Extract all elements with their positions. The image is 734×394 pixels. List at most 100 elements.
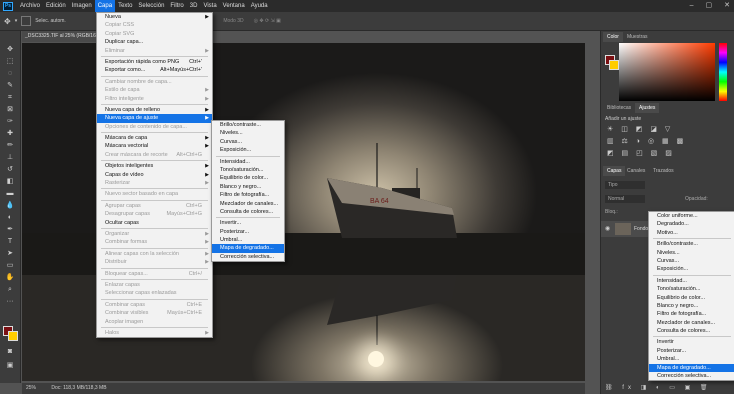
frame-icon[interactable]: ⊠ xyxy=(5,105,15,114)
adjustment-icons-row1[interactable]: ☀ ◫ ◩ ◪ ▽ xyxy=(607,125,673,133)
path-select-icon[interactable]: ➤ xyxy=(5,249,15,258)
menu-archivo[interactable]: Archivo xyxy=(17,0,43,12)
capa-menu-item[interactable]: Exportación rápida como PNG Ctrl+' xyxy=(97,58,212,66)
adjustment-popup-item[interactable]: Filtro de fotografía... xyxy=(649,310,734,318)
healing-icon[interactable]: ✚ xyxy=(5,129,15,138)
tab-adjustments[interactable]: Ajustes xyxy=(635,103,660,113)
zoom-icon[interactable]: ⌕ xyxy=(5,285,15,294)
brush-icon[interactable]: ✏ xyxy=(5,141,15,150)
move-tool-icon[interactable]: ✥ xyxy=(4,17,11,26)
close-icon[interactable]: ✕ xyxy=(724,0,730,12)
tab-color[interactable]: Color xyxy=(603,32,623,42)
eraser-icon[interactable]: ◧ xyxy=(5,177,15,186)
menu-filtro[interactable]: Filtro xyxy=(167,0,186,12)
adjustment-popup-item[interactable]: Niveles... xyxy=(649,249,734,257)
lasso-icon[interactable]: ◌ xyxy=(5,69,15,78)
type-icon[interactable]: T xyxy=(5,237,15,246)
adjustment-popup-item[interactable]: Posterizar... xyxy=(649,347,734,355)
move-icon[interactable]: ✥ xyxy=(5,45,15,54)
adjustment-submenu-item[interactable]: Exposición... xyxy=(212,146,284,154)
background-color-swatch[interactable] xyxy=(8,331,18,341)
capa-menu-item[interactable]: Objetos inteligentes ▶ xyxy=(97,162,212,170)
auto-select-checkbox[interactable] xyxy=(21,16,32,26)
maximize-icon[interactable]: ▢ xyxy=(706,0,713,12)
adjustment-submenu-item[interactable]: Invertir... xyxy=(212,219,284,227)
adjustment-popup-item[interactable]: Consulta de colores... xyxy=(649,327,734,335)
doc-size-info[interactable]: Doc: 118,3 MB/118,3 MB xyxy=(51,385,106,391)
adjustment-submenu-item[interactable]: Corrección selectiva... xyxy=(212,253,284,261)
capa-menu-item[interactable]: Máscara vectorial ▶ xyxy=(97,142,212,150)
adjustment-popup-item[interactable]: Corrección selectiva... xyxy=(649,372,734,380)
hand-icon[interactable]: ✋ xyxy=(5,273,15,282)
adjustment-popup-item[interactable]: Curvas... xyxy=(649,257,734,265)
adjustment-submenu-item[interactable]: Filtro de fotografía... xyxy=(212,191,284,199)
adjustment-popup-item[interactable]: Motivo... xyxy=(649,229,734,237)
zoom-level[interactable]: 25% xyxy=(26,385,36,391)
adjustment-popup-item[interactable]: Brillo/contraste... xyxy=(649,240,734,248)
3d-icons[interactable]: ◎ ✥ ⟳ ⇲ ▣ xyxy=(254,18,281,24)
adjustment-popup-item[interactable]: Mezclador de canales... xyxy=(649,319,734,327)
capa-menu-item[interactable]: Capas de vídeo ▶ xyxy=(97,171,212,179)
gradient-icon[interactable]: ▬ xyxy=(5,189,15,198)
capa-menu-item[interactable]: Duplicar capa... xyxy=(97,38,212,46)
adjustment-submenu-item[interactable]: Curvas... xyxy=(212,138,284,146)
blur-icon[interactable]: 💧 xyxy=(5,201,15,210)
screen-mode-icon[interactable]: ▣ xyxy=(5,361,15,370)
menu-texto[interactable]: Texto xyxy=(115,0,135,12)
menu-edicion[interactable]: Edición xyxy=(43,0,69,12)
capa-menu-item[interactable]: Nueva capa de ajuste ▶ xyxy=(97,114,212,123)
tool-preset-dropdown[interactable]: ▾ xyxy=(15,18,18,24)
history-brush-icon[interactable]: ↺ xyxy=(5,165,15,174)
capa-menu-item[interactable]: Ocultar capas xyxy=(97,219,212,227)
panel-background-swatch[interactable] xyxy=(609,60,619,70)
adjustment-submenu-item[interactable]: Mapa de degradado... xyxy=(212,244,284,253)
adjustment-submenu-item[interactable]: Tono/saturación... xyxy=(212,166,284,174)
adjustment-popup-item[interactable]: Degradado... xyxy=(649,220,734,228)
adjustment-popup-item[interactable]: Intensidad... xyxy=(649,277,734,285)
capa-menu-item[interactable]: Nueva ▶ xyxy=(97,13,212,21)
adjustment-submenu-item[interactable]: Consulta de colores... xyxy=(212,208,284,216)
crop-icon[interactable]: ⌗ xyxy=(5,93,15,102)
marquee-icon[interactable]: ⬚ xyxy=(5,57,15,66)
menu-ayuda[interactable]: Ayuda xyxy=(248,0,271,12)
adjustment-submenu-item[interactable]: Equilibrio de color... xyxy=(212,174,284,182)
capa-menu-item[interactable]: Nueva capa de relleno ▶ xyxy=(97,106,212,114)
hue-slider[interactable] xyxy=(719,43,727,101)
menu-imagen[interactable]: Imagen xyxy=(69,0,95,12)
adjustment-popup-item[interactable]: Equilibrio de color... xyxy=(649,294,734,302)
quick-select-icon[interactable]: ✎ xyxy=(5,81,15,90)
visibility-eye-icon[interactable]: ◉ xyxy=(605,225,610,232)
layer-row-fondo[interactable]: ◉ Fondo xyxy=(601,221,649,237)
menu-vista[interactable]: Vista xyxy=(200,0,219,12)
dodge-icon[interactable]: ◐ xyxy=(5,213,15,222)
adjustment-submenu-item[interactable]: Niveles... xyxy=(212,129,284,137)
adjustment-popup-item[interactable]: Blanco y negro... xyxy=(649,302,734,310)
quick-mask-icon[interactable]: ◙ xyxy=(5,347,15,356)
adjustment-submenu-item[interactable]: Intensidad... xyxy=(212,158,284,166)
adjustment-popup-item[interactable]: Tono/saturación... xyxy=(649,285,734,293)
adjustment-icons-row3[interactable]: ◩ ▤ ◰ ▧ ▨ xyxy=(607,149,675,157)
menu-seleccion[interactable]: Selección xyxy=(135,0,167,12)
menu-ventana[interactable]: Ventana xyxy=(220,0,248,12)
adjustment-submenu-item[interactable]: Mezclador de canales... xyxy=(212,200,284,208)
adjustment-icons-row2[interactable]: ▥ ⚖ ◑ ◎ ▦ ▩ xyxy=(607,137,686,145)
menu-capa[interactable]: Capa xyxy=(94,0,116,12)
tab-paths[interactable]: Trazados xyxy=(649,166,678,176)
adjustment-popup-item[interactable]: Color uniforme... xyxy=(649,212,734,220)
adjustment-popup-item[interactable]: Exposición... xyxy=(649,265,734,273)
adjustment-submenu-item[interactable]: Posterizar... xyxy=(212,228,284,236)
minimize-icon[interactable]: – xyxy=(690,0,694,12)
blend-mode-select[interactable]: Normal xyxy=(605,195,645,203)
adjustment-popup-item[interactable]: Mapa de degradado... xyxy=(649,363,734,373)
adjustment-popup-item[interactable]: Umbral... xyxy=(649,355,734,363)
document-tab[interactable]: _DSC3325.TIF al 25% (RGB/16*) xyxy=(22,31,102,42)
capa-menu-item[interactable]: Exportar como... Alt+Mayús+Ctrl+' xyxy=(97,66,212,74)
adjustment-popup-item[interactable]: Invertir xyxy=(649,338,734,346)
eyedropper-icon[interactable]: ✑ xyxy=(5,117,15,126)
tab-channels[interactable]: Canales xyxy=(623,166,649,176)
menu-3d[interactable]: 3D xyxy=(187,0,201,12)
layers-footer-icons[interactable]: ⛓ fx ◨ ◐ ▭ ▣ 🗑 xyxy=(605,384,712,391)
adjustment-submenu-item[interactable]: Brillo/contraste... xyxy=(212,121,284,129)
stamp-icon[interactable]: ⊥ xyxy=(5,153,15,162)
adjustment-submenu-item[interactable]: Umbral... xyxy=(212,236,284,244)
